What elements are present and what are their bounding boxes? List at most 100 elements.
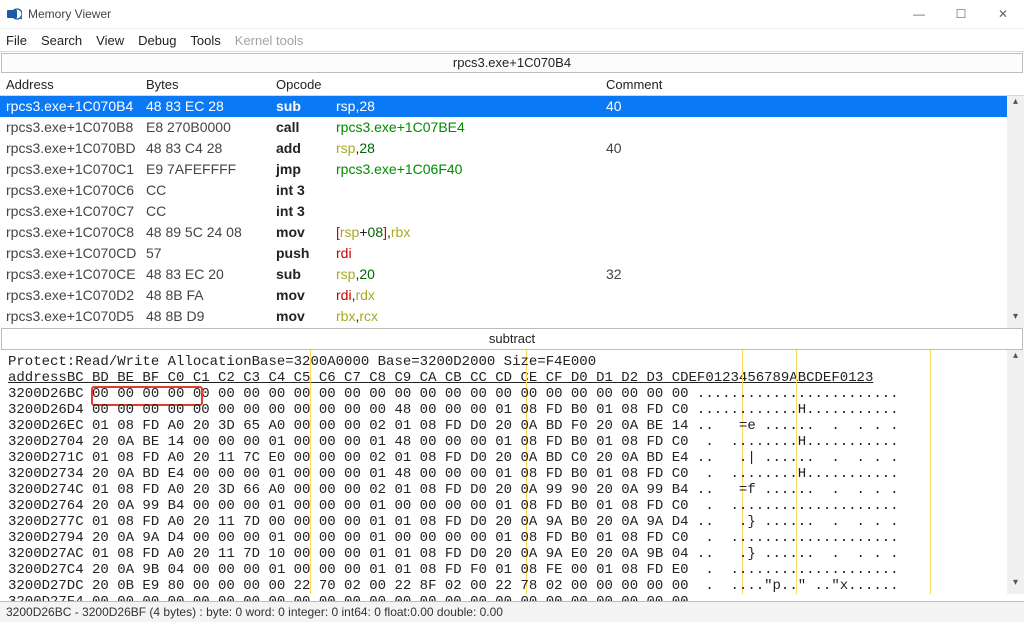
menu-search[interactable]: Search xyxy=(41,33,82,48)
disasm-opcode: call xyxy=(276,118,336,137)
hex-view[interactable]: Protect:Read/Write AllocationBase=3200A0… xyxy=(0,350,1024,594)
disasm-row[interactable]: rpcs3.exe+1C070D548 8B D9movrbx,rcx xyxy=(0,306,1024,327)
disasm-operand: rpcs3.exe+1C07BE4 xyxy=(336,118,606,137)
hex-rows[interactable]: 3200D26BC 00 00 00 00 00 00 00 00 00 00 … xyxy=(0,386,1024,610)
col-operand-spacer xyxy=(336,77,606,92)
disasm-address: rpcs3.exe+1C070C1 xyxy=(6,160,146,179)
disasm-bytes: CC xyxy=(146,202,276,221)
hex-row[interactable]: 3200D2764 20 0A 99 B4 00 00 00 01 00 00 … xyxy=(8,498,1016,514)
disasm-opcode: mov xyxy=(276,286,336,305)
hex-columns-header: address BC BD BE BF C0 C1 C2 C3 C4 C5 C6… xyxy=(0,370,1024,386)
disasm-address: rpcs3.exe+1C070D5 xyxy=(6,307,146,326)
disasm-opcode: push xyxy=(276,244,336,263)
disasm-scrollbar[interactable]: ▴ ▾ xyxy=(1007,96,1024,328)
col-comment[interactable]: Comment xyxy=(606,77,662,92)
disasm-row[interactable]: rpcs3.exe+1C070B8E8 270B0000callrpcs3.ex… xyxy=(0,117,1024,138)
hex-row[interactable]: 3200D26D4 00 00 00 00 00 00 00 00 00 00 … xyxy=(8,402,1016,418)
disasm-address: rpcs3.exe+1C070BD xyxy=(6,139,146,158)
disasm-row[interactable]: rpcs3.exe+1C070CE48 83 EC 20subrsp,2032 xyxy=(0,264,1024,285)
disasm-opcode: jmp xyxy=(276,160,336,179)
menu-debug[interactable]: Debug xyxy=(138,33,176,48)
disassembly-view[interactable]: ▴ ▾ rpcs3.exe+1C070B448 83 EC 28subrsp,2… xyxy=(0,96,1024,328)
app-icon xyxy=(6,6,22,22)
menu-view[interactable]: View xyxy=(96,33,124,48)
status-bar: 3200D26BC - 3200D26BF (4 bytes) : byte: … xyxy=(0,601,1024,622)
disasm-operand xyxy=(336,181,606,200)
hex-row[interactable]: 3200D271C 01 08 FD A0 20 11 7C E0 00 00 … xyxy=(8,450,1016,466)
window-title: Memory Viewer xyxy=(28,7,111,21)
maximize-button[interactable]: ☐ xyxy=(940,0,982,28)
hex-row[interactable]: 3200D27DC 20 0B E9 80 00 00 00 00 22 70 … xyxy=(8,578,1016,594)
window-controls: — ☐ ✕ xyxy=(898,0,1024,28)
menu-file[interactable]: File xyxy=(6,33,27,48)
disasm-opcode: sub xyxy=(276,265,336,284)
scrollbar-track[interactable] xyxy=(1007,367,1024,577)
disasm-bytes: 48 89 5C 24 08 xyxy=(146,223,276,242)
disasm-opcode: add xyxy=(276,139,336,158)
disasm-operand: [rsp+08],rbx xyxy=(336,223,606,242)
disasm-opcode: mov xyxy=(276,223,336,242)
disasm-bytes: 48 83 EC 28 xyxy=(146,97,276,116)
disasm-address: rpcs3.exe+1C070C7 xyxy=(6,202,146,221)
disasm-address: rpcs3.exe+1C070B4 xyxy=(6,97,146,116)
disasm-row[interactable]: rpcs3.exe+1C070C6CCint 3 xyxy=(0,180,1024,201)
hex-row[interactable]: 3200D27AC 01 08 FD A0 20 11 7D 10 00 00 … xyxy=(8,546,1016,562)
disasm-row[interactable]: rpcs3.exe+1C070C1E9 7AFEFFFFjmprpcs3.exe… xyxy=(0,159,1024,180)
hex-row[interactable]: 3200D274C 01 08 FD A0 20 3D 66 A0 00 00 … xyxy=(8,482,1016,498)
disasm-row[interactable]: rpcs3.exe+1C070C7CCint 3 xyxy=(0,201,1024,222)
scroll-up-icon[interactable]: ▴ xyxy=(1007,96,1024,113)
col-opcode[interactable]: Opcode xyxy=(276,77,336,92)
disasm-bytes: CC xyxy=(146,181,276,200)
disasm-address: rpcs3.exe+1C070CE xyxy=(6,265,146,284)
minimize-button[interactable]: — xyxy=(898,0,940,28)
scroll-up-icon[interactable]: ▴ xyxy=(1007,350,1024,367)
hex-scrollbar[interactable]: ▴ ▾ xyxy=(1007,350,1024,594)
disasm-bytes: 48 83 EC 20 xyxy=(146,265,276,284)
disasm-comment: 40 xyxy=(606,139,622,158)
close-button[interactable]: ✕ xyxy=(982,0,1024,28)
disasm-comment: 32 xyxy=(606,265,622,284)
disasm-operand: rsp,28 xyxy=(336,139,606,158)
disasm-address: rpcs3.exe+1C070CD xyxy=(6,244,146,263)
disasm-opcode: sub xyxy=(276,97,336,116)
disasm-row[interactable]: rpcs3.exe+1C070B448 83 EC 28subrsp,2840 xyxy=(0,96,1024,117)
disasm-row[interactable]: rpcs3.exe+1C070BD48 83 C4 28addrsp,2840 xyxy=(0,138,1024,159)
menu-tools[interactable]: Tools xyxy=(190,33,220,48)
disasm-row[interactable]: rpcs3.exe+1C070D248 8B FAmovrdi,rdx xyxy=(0,285,1024,306)
col-address[interactable]: Address xyxy=(6,77,146,92)
disasm-address: rpcs3.exe+1C070C6 xyxy=(6,181,146,200)
disasm-bytes: 48 8B FA xyxy=(146,286,276,305)
hex-header-cols: BC BD BE BF C0 C1 C2 C3 C4 C5 C6 C7 C8 C… xyxy=(67,370,874,386)
disasm-operand: rdi,rdx xyxy=(336,286,606,305)
memory-protect-info: Protect:Read/Write AllocationBase=3200A0… xyxy=(0,350,1024,370)
section-divider-label: subtract xyxy=(1,328,1023,350)
disasm-operand: rsp,20 xyxy=(336,265,606,284)
scroll-down-icon[interactable]: ▾ xyxy=(1007,311,1024,328)
hex-row[interactable]: 3200D27C4 20 0A 9B 04 00 00 00 01 00 00 … xyxy=(8,562,1016,578)
col-bytes[interactable]: Bytes xyxy=(146,77,276,92)
hex-row[interactable]: 3200D2794 20 0A 9A D4 00 00 00 01 00 00 … xyxy=(8,530,1016,546)
disasm-operand xyxy=(336,202,606,221)
disasm-opcode: int 3 xyxy=(276,181,336,200)
disasm-title: rpcs3.exe+1C070B4 xyxy=(1,53,1023,73)
hex-row[interactable]: 3200D2734 20 0A BD E4 00 00 00 01 00 00 … xyxy=(8,466,1016,482)
disasm-operand: rbx,rcx xyxy=(336,307,606,326)
hex-row[interactable]: 3200D26BC 00 00 00 00 00 00 00 00 00 00 … xyxy=(8,386,1016,402)
scroll-down-icon[interactable]: ▾ xyxy=(1007,577,1024,594)
hex-row[interactable]: 3200D277C 01 08 FD A0 20 11 7D 00 00 00 … xyxy=(8,514,1016,530)
hex-row[interactable]: 3200D2704 20 0A BE 14 00 00 00 01 00 00 … xyxy=(8,434,1016,450)
disasm-row[interactable]: rpcs3.exe+1C070C848 89 5C 24 08mov[rsp+0… xyxy=(0,222,1024,243)
scrollbar-track[interactable] xyxy=(1007,113,1024,311)
disasm-header: Address Bytes Opcode Comment xyxy=(0,74,1024,96)
disasm-operand: rsp,28 xyxy=(336,97,606,116)
disasm-opcode: int 3 xyxy=(276,202,336,221)
menu-bar: File Search View Debug Tools Kernel tool… xyxy=(0,29,1024,52)
disasm-row[interactable]: rpcs3.exe+1C070D8EB 12jmprpcs3.exe+1C070… xyxy=(0,327,1024,328)
disasm-bytes: 57 xyxy=(146,244,276,263)
disasm-operand: rpcs3.exe+1C06F40 xyxy=(336,160,606,179)
disasm-opcode: mov xyxy=(276,307,336,326)
menu-kernel-tools[interactable]: Kernel tools xyxy=(235,33,304,48)
disasm-address: rpcs3.exe+1C070D2 xyxy=(6,286,146,305)
disasm-row[interactable]: rpcs3.exe+1C070CD57pushrdi xyxy=(0,243,1024,264)
hex-row[interactable]: 3200D26EC 01 08 FD A0 20 3D 65 A0 00 00 … xyxy=(8,418,1016,434)
